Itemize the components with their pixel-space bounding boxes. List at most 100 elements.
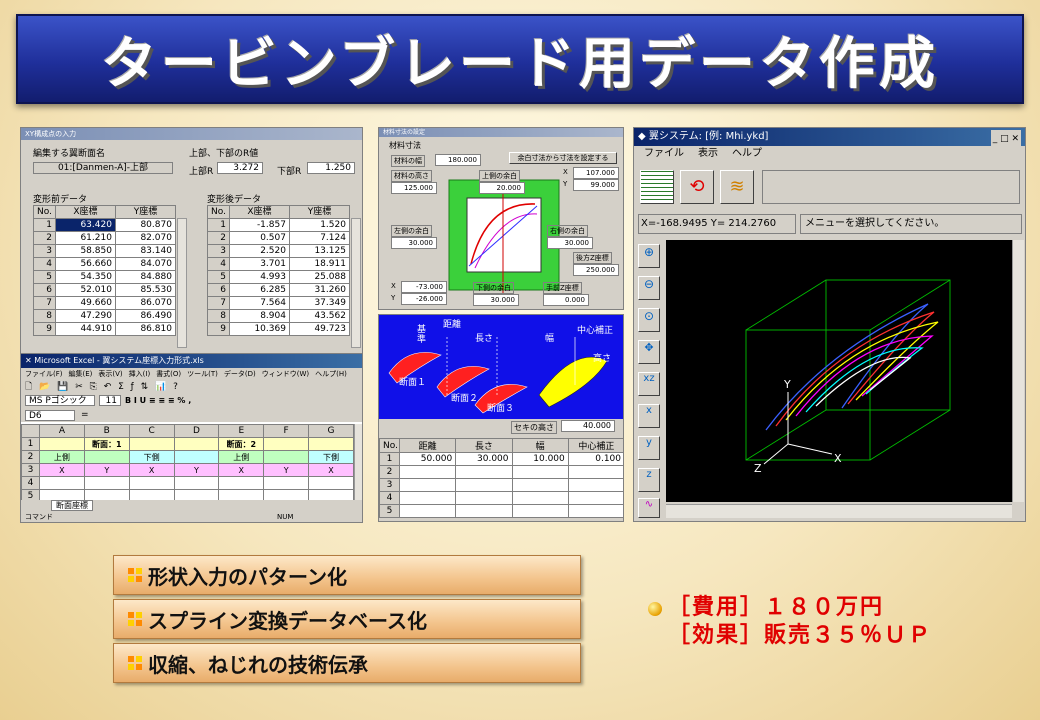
param-cell[interactable] (567, 491, 623, 505)
viewport-hscroll[interactable] (666, 504, 1012, 518)
y-coordinate-cell[interactable]: 86.490 (114, 309, 176, 323)
y-coordinate-cell[interactable]: 1.520 (288, 218, 350, 232)
sheet-cell[interactable] (173, 450, 220, 464)
param-cell[interactable] (398, 504, 457, 518)
x-field[interactable]: 107.000 (573, 167, 619, 179)
sheet-cell[interactable]: 断面：1 (83, 437, 130, 451)
sheet-cell[interactable]: Y (83, 463, 130, 477)
excel-menu-item[interactable]: 挿入(I) (129, 368, 151, 380)
excel-menu-item[interactable]: ツール(T) (187, 368, 218, 380)
sheet-cell[interactable] (218, 476, 265, 490)
pan-view-icon[interactable]: ✥ (638, 340, 660, 364)
y-coordinate-cell[interactable]: 86.810 (114, 322, 176, 336)
param-cell[interactable] (398, 491, 457, 505)
sheet-cell[interactable] (128, 437, 175, 451)
sheet-cell[interactable]: X (128, 463, 175, 477)
excel-menu-item[interactable]: データ(D) (224, 368, 256, 380)
x-coordinate-cell[interactable]: 7.564 (228, 296, 290, 310)
y-coordinate-cell[interactable]: 84.070 (114, 257, 176, 271)
param-cell[interactable]: 30.000 (455, 452, 513, 466)
name-box[interactable]: D6 (25, 409, 75, 421)
sheet-cell[interactable]: Y (173, 463, 220, 477)
set-from-margin-button[interactable]: 余白寸法から寸法を設定する (509, 152, 617, 164)
sheet-cell[interactable]: X (39, 463, 85, 477)
toolbar-icons[interactable]: 🗋 📂 💾 ✂ ⎘ ↶ Σ ƒ ⇅ 📊 ? (25, 382, 180, 392)
x-coordinate-cell[interactable]: 56.660 (54, 257, 116, 271)
x-coordinate-cell[interactable]: 4.993 (228, 270, 290, 284)
y-field[interactable]: 99.000 (573, 179, 619, 191)
param-cell[interactable] (567, 504, 623, 518)
y-coordinate-cell[interactable]: 83.140 (114, 244, 176, 258)
rotate-x-icon[interactable]: x (638, 404, 660, 428)
sheet-cell[interactable] (263, 437, 310, 451)
y-coordinate-cell[interactable]: 80.870 (114, 218, 176, 232)
sheet-cell[interactable] (308, 476, 354, 490)
sheet-cell[interactable]: 断面：2 (218, 437, 265, 451)
param-cell[interactable] (511, 504, 569, 518)
sheet-cell[interactable]: 上側 (39, 450, 85, 464)
zoom-in-icon[interactable]: ⊕ (638, 244, 660, 268)
param-cell[interactable] (567, 478, 623, 492)
sheet-cell[interactable] (39, 476, 85, 490)
excel-menu-item[interactable]: 表示(V) (98, 368, 122, 380)
param-cell[interactable] (567, 465, 623, 479)
x2-field[interactable]: -73.000 (401, 281, 447, 293)
param-cell[interactable] (455, 465, 513, 479)
sheet-cell[interactable] (263, 450, 310, 464)
x-coordinate-cell[interactable]: 61.210 (54, 231, 116, 245)
blade-sweep-button[interactable]: ≋ (720, 170, 754, 204)
3d-viewport[interactable]: Y X Z (666, 240, 1012, 502)
grid-table-button[interactable] (640, 170, 674, 204)
wing-menu-item[interactable]: ヘルプ (732, 146, 762, 162)
viewport-vscroll[interactable] (1012, 240, 1024, 502)
x-coordinate-cell[interactable]: 2.520 (228, 244, 290, 258)
sheet-cell[interactable] (39, 437, 85, 451)
x-coordinate-cell[interactable]: 63.420 (54, 218, 116, 232)
x-coordinate-cell[interactable]: 0.507 (228, 231, 290, 245)
x-coordinate-cell[interactable]: -1.857 (228, 218, 290, 232)
x-coordinate-cell[interactable]: 10.369 (228, 322, 290, 336)
top-margin-field[interactable]: 20.000 (479, 182, 525, 194)
zoom-fit-icon[interactable]: ⊙ (638, 308, 660, 332)
after-scrollbar[interactable] (351, 218, 361, 348)
window-controls[interactable]: _ □ ✕ (990, 130, 1021, 148)
wing-menu-item[interactable]: 表示 (698, 146, 718, 162)
sheet-cell[interactable]: X (308, 463, 354, 477)
left-margin-field[interactable]: 30.000 (391, 237, 437, 249)
x-coordinate-cell[interactable]: 54.350 (54, 270, 116, 284)
width-field[interactable]: 180.000 (435, 154, 481, 166)
y-coordinate-cell[interactable]: 31.260 (288, 283, 350, 297)
x-coordinate-cell[interactable]: 3.701 (228, 257, 290, 271)
sheet-cell[interactable] (83, 476, 130, 490)
font-size-select[interactable]: 11 (99, 395, 121, 406)
y-coordinate-cell[interactable]: 25.088 (288, 270, 350, 284)
curve-tool-icon[interactable]: ∿ (638, 498, 660, 518)
sheet-cell[interactable] (263, 476, 310, 490)
sheet-tab[interactable]: 断面座標 (51, 500, 93, 511)
y-coordinate-cell[interactable]: 86.070 (114, 296, 176, 310)
sheet-cell[interactable] (173, 476, 220, 490)
param-cell[interactable] (398, 465, 457, 479)
y-coordinate-cell[interactable]: 13.125 (288, 244, 350, 258)
sheet-cell[interactable] (173, 437, 220, 451)
param-cell[interactable] (455, 504, 513, 518)
height-field[interactable]: 125.000 (391, 182, 437, 194)
upper-r-field[interactable]: 3.272 (217, 162, 263, 174)
rotate-z-icon[interactable]: z (638, 468, 660, 492)
sheet-cell[interactable]: 下側 (308, 450, 354, 464)
bottom-margin-field[interactable]: 30.000 (473, 294, 519, 306)
y-coordinate-cell[interactable]: 7.124 (288, 231, 350, 245)
y-coordinate-cell[interactable]: 85.530 (114, 283, 176, 297)
x-coordinate-cell[interactable]: 52.010 (54, 283, 116, 297)
y-coordinate-cell[interactable]: 82.070 (114, 231, 176, 245)
sheet-cell[interactable] (83, 450, 130, 464)
param-cell[interactable]: 0.100 (567, 452, 623, 466)
sheet-cell[interactable] (128, 476, 175, 490)
seki-height-field[interactable]: 40.000 (561, 420, 615, 432)
sheet-cell[interactable]: 上側 (218, 450, 265, 464)
lower-r-field[interactable]: 1.250 (307, 162, 355, 174)
y2-field[interactable]: -26.000 (401, 293, 447, 305)
back-z-field[interactable]: 250.000 (573, 264, 619, 276)
excel-menu-item[interactable]: 書式(O) (156, 368, 181, 380)
blade-select-button[interactable]: ⟲ (680, 170, 714, 204)
